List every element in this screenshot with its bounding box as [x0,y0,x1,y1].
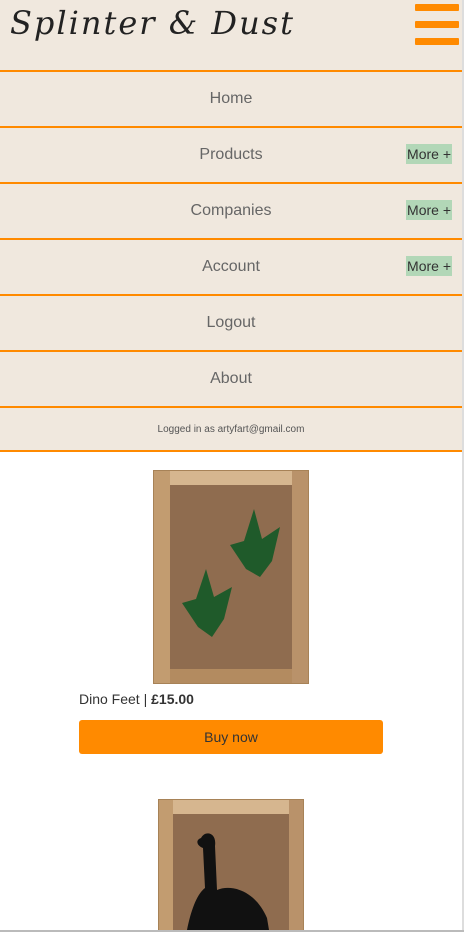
product-price: £15.00 [151,691,194,707]
menu-bar [415,21,459,28]
nav-item-label: Products [199,146,263,163]
price-separator: | [139,691,152,707]
products-more-button[interactable]: More + [406,144,452,164]
site-logo[interactable]: Splinter & Dust [10,0,295,50]
nav-item-label: Account [202,258,260,275]
site-header: Splinter & Dust [0,0,462,71]
buy-now-button[interactable]: Buy now [79,720,383,754]
nav-item-companies[interactable]: Companies More + [0,182,462,238]
nav-item-account[interactable]: Account More + [0,238,462,294]
nav-item-label: Companies [190,202,272,219]
product-caption: Dino Feet | £15.00 [79,691,194,707]
menu-bar [415,38,459,45]
product-image[interactable] [157,798,305,930]
nav-item-about[interactable]: About [0,350,462,406]
hamburger-menu-icon[interactable] [415,4,459,46]
nav-item-label: Home [209,90,253,107]
nav-item-label: About [210,370,252,387]
login-status: Logged in as artyfart@gmail.com [0,406,462,452]
main-navigation: Home Products More + Companies More + Ac… [0,70,462,452]
companies-more-button[interactable]: More + [406,200,452,220]
nav-item-label: Logout [206,314,256,331]
menu-bar [415,4,459,11]
product-image[interactable] [152,469,310,685]
account-more-button[interactable]: More + [406,256,452,276]
nav-item-home[interactable]: Home [0,70,462,126]
product-name: Dino Feet [79,691,140,707]
nav-item-logout[interactable]: Logout [0,294,462,350]
nav-item-products[interactable]: Products More + [0,126,462,182]
